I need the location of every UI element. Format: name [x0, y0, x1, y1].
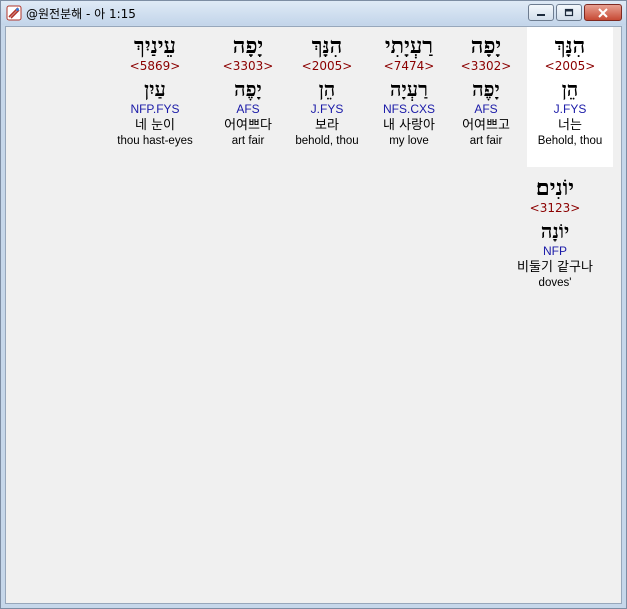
english-gloss: doves': [538, 277, 572, 289]
window-title: @원전분해 - 아 1:15: [26, 7, 136, 21]
hebrew-word: יוֹנִים׃: [535, 175, 575, 201]
korean-gloss: 네 눈이: [134, 118, 175, 133]
morphology: NFP.FYS: [130, 102, 180, 116]
word-column[interactable]: יוֹנִים׃ <3123> יוֹנָה NFP 비둘기 같구나 doves…: [500, 175, 610, 290]
strong-number[interactable]: <3123>: [500, 201, 610, 215]
app-icon: [6, 5, 22, 21]
maximize-icon: [564, 8, 574, 16]
strong-number[interactable]: <5869>: [100, 59, 210, 73]
hebrew-word: עֵינַיִךְ: [134, 33, 176, 59]
morphology: NFP: [543, 244, 567, 258]
lemma: עַיִן: [144, 77, 166, 101]
interlinear-panel: הִנָּךְ <2005> הֵן J.FYS 너는 Behold, thou…: [5, 26, 622, 604]
minimize-button[interactable]: [528, 4, 554, 21]
close-button[interactable]: [584, 4, 622, 21]
close-icon: [598, 7, 608, 18]
korean-gloss: 비둘기 같구나: [517, 260, 593, 275]
lemma: יוֹנָה: [540, 219, 570, 243]
app-window: @원전분해 - 아 1:15 הִנָּךְ <2005> הֵן J.FYS: [0, 0, 627, 609]
title-bar[interactable]: @원전분해 - 아 1:15: [1, 1, 626, 25]
word-column[interactable]: עֵינַיִךְ <5869> עַיִן NFP.FYS 네 눈이 thou…: [100, 33, 210, 148]
english-gloss: thou hast-eyes: [117, 135, 193, 147]
maximize-button[interactable]: [556, 4, 582, 21]
minimize-icon: [537, 13, 545, 16]
